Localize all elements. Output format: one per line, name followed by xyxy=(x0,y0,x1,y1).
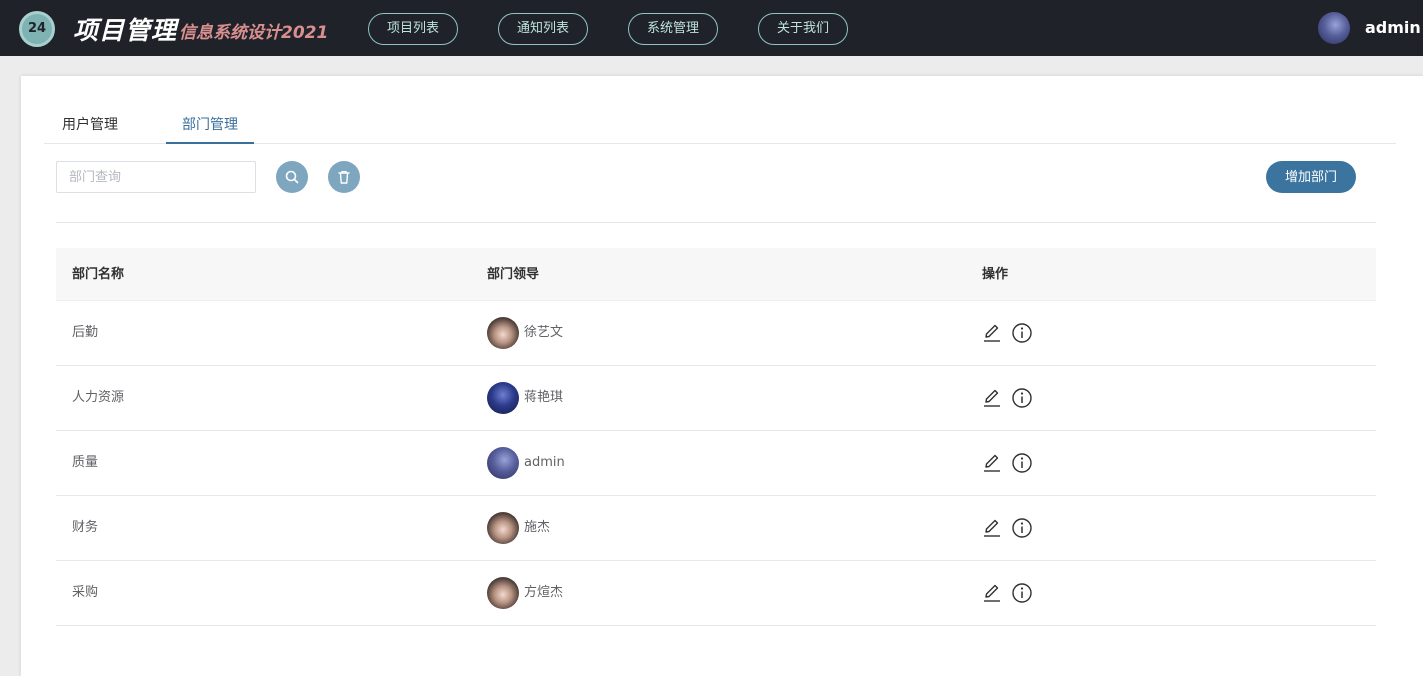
edit-icon[interactable] xyxy=(982,582,1002,604)
trash-icon xyxy=(338,170,350,184)
avatar xyxy=(487,447,519,479)
leader-name: 施杰 xyxy=(524,520,551,535)
active-tab-indicator xyxy=(166,142,254,144)
leader-name: 方煊杰 xyxy=(524,585,564,600)
avatar xyxy=(487,382,519,414)
add-department-button[interactable]: 增加部门 xyxy=(1266,161,1356,193)
edit-icon[interactable] xyxy=(982,517,1002,539)
table-row: 后勤 徐艺文 xyxy=(56,301,1376,366)
table-row: 质量 admin xyxy=(56,431,1376,496)
logo-icon[interactable]: 24 xyxy=(19,11,55,47)
search-icon xyxy=(285,170,299,184)
department-table: 部门名称 部门领导 操作 后勤 徐艺文 人力资源 蒋艳琪 质量 admin 财务… xyxy=(56,248,1376,626)
column-header-actions: 操作 xyxy=(982,267,1009,282)
department-name: 采购 xyxy=(72,585,99,600)
department-name: 质量 xyxy=(72,455,99,470)
info-icon[interactable] xyxy=(1011,452,1033,474)
info-icon[interactable] xyxy=(1011,517,1033,539)
nav-notice-list-button[interactable]: 通知列表 xyxy=(498,13,588,45)
avatar xyxy=(487,512,519,544)
column-header-leader[interactable]: 部门领导 xyxy=(487,248,539,301)
row-actions xyxy=(982,322,1042,344)
table-row: 财务 施杰 xyxy=(56,496,1376,561)
logo-text: 24 xyxy=(27,21,47,36)
edit-icon[interactable] xyxy=(982,387,1002,409)
department-name: 后勤 xyxy=(72,325,99,340)
row-actions xyxy=(982,517,1042,539)
leader-name: 蒋艳琪 xyxy=(524,390,564,405)
app-title: 项目管理 xyxy=(73,16,178,45)
info-icon[interactable] xyxy=(1011,322,1033,344)
nav-project-list-button[interactable]: 项目列表 xyxy=(368,13,458,45)
department-search-input[interactable] xyxy=(56,161,256,193)
table-row: 采购 方煊杰 xyxy=(56,561,1376,626)
leader-name: admin xyxy=(524,455,565,470)
user-avatar[interactable] xyxy=(1318,12,1350,44)
department-name: 财务 xyxy=(72,520,99,535)
user-name[interactable]: admin xyxy=(1365,18,1421,37)
row-actions xyxy=(982,582,1042,604)
delete-button[interactable] xyxy=(328,161,360,193)
table-header: 部门名称 部门领导 操作 xyxy=(56,248,1376,301)
edit-icon[interactable] xyxy=(982,322,1002,344)
department-management-card: 用户管理 部门管理 增加部门 部门名称 部门领导 操作 后勤 徐艺 xyxy=(21,76,1423,676)
tab-department-management[interactable]: 部门管理 xyxy=(182,114,238,134)
column-header-department[interactable]: 部门名称 xyxy=(72,248,124,301)
info-icon[interactable] xyxy=(1011,387,1033,409)
tab-user-management[interactable]: 用户管理 xyxy=(62,114,118,134)
info-icon[interactable] xyxy=(1011,582,1033,604)
row-actions xyxy=(982,387,1042,409)
nav-about-us-button[interactable]: 关于我们 xyxy=(758,13,848,45)
top-navbar: 24 项目管理 信息系统设计2021 项目列表 通知列表 系统管理 关于我们 a… xyxy=(0,0,1423,56)
search-button[interactable] xyxy=(276,161,308,193)
nav-system-admin-button[interactable]: 系统管理 xyxy=(628,13,718,45)
toolbar-divider xyxy=(56,222,1376,223)
row-actions xyxy=(982,452,1042,474)
avatar xyxy=(487,577,519,609)
edit-icon[interactable] xyxy=(982,452,1002,474)
app-subtitle: 信息系统设计2021 xyxy=(179,23,329,43)
department-name: 人力资源 xyxy=(72,390,125,405)
leader-name: 徐艺文 xyxy=(524,325,564,340)
avatar xyxy=(487,317,519,349)
table-row: 人力资源 蒋艳琪 xyxy=(56,366,1376,431)
